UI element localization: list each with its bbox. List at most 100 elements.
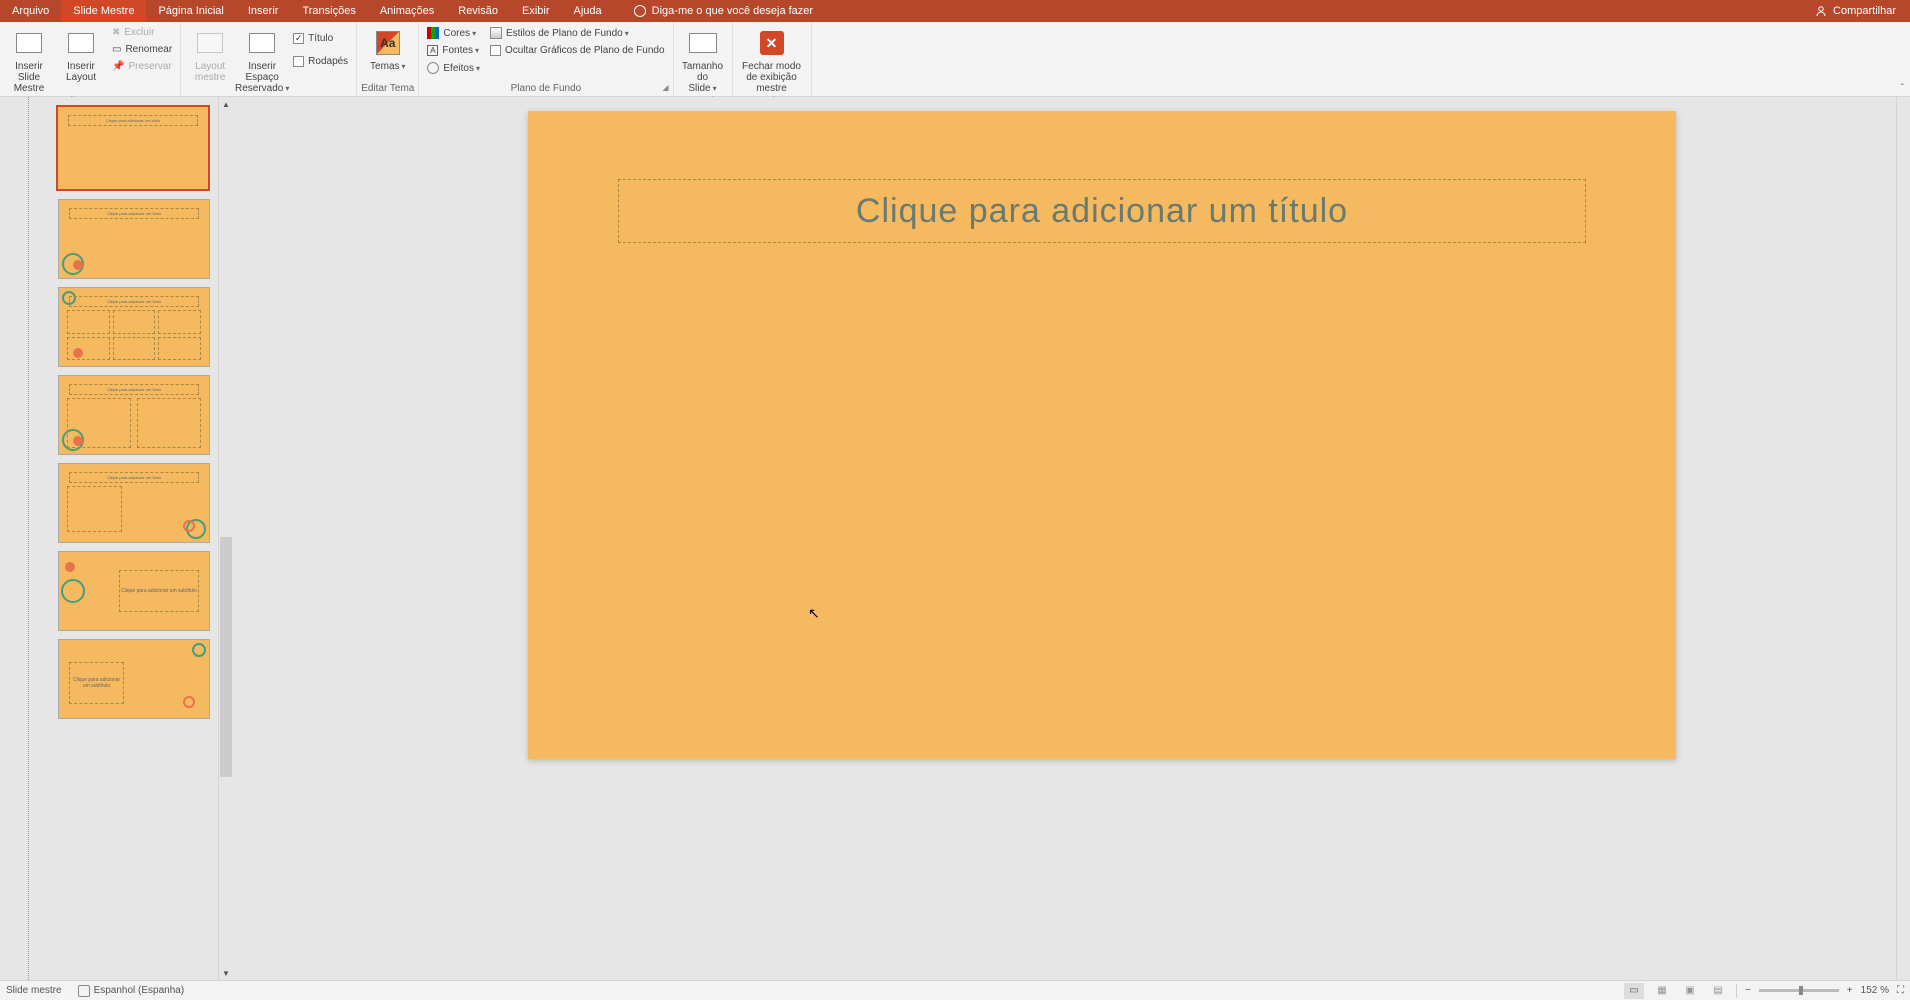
temas-button[interactable]: Aa Temas (363, 25, 413, 74)
ocultar-graficos-checkbox[interactable]: Ocultar Gráficos de Plano de Fundo (486, 43, 669, 58)
layout-thumbnail-4[interactable]: Clique para adicionar um título (58, 463, 210, 543)
canvas-vertical-scrollbar[interactable] (1896, 97, 1910, 980)
rodapes-label: Rodapés (308, 56, 348, 67)
inserir-slide-mestre-button[interactable]: Inserir Slide Mestre (4, 25, 54, 96)
cores-label: Cores (443, 28, 476, 39)
share-button[interactable]: Compartilhar (1801, 5, 1910, 17)
estilos-plano-fundo-button[interactable]: Estilos de Plano de Fundo (486, 25, 669, 41)
excluir-label: Excluir (124, 27, 154, 38)
zoom-out-button[interactable]: − (1745, 985, 1751, 996)
plano-fundo-dialog-launcher[interactable]: ◢ (662, 83, 668, 92)
normal-view-button[interactable]: ▭ (1624, 983, 1644, 999)
slide-canvas-area[interactable]: Clique para adicionar um título ↖ (232, 97, 1910, 980)
layout-mestre-label: Layout mestre (189, 61, 231, 83)
slide-master-canvas[interactable]: Clique para adicionar um título (528, 111, 1676, 759)
collapse-ribbon-button[interactable]: ˆ (1901, 83, 1904, 94)
slideshow-icon: ▤ (1713, 985, 1722, 996)
fontes-label: Fontes (442, 45, 479, 56)
title-placeholder-box[interactable]: Clique para adicionar um título (618, 179, 1586, 243)
inserir-espaco-label: Inserir Espaço Reservado (235, 61, 289, 94)
group-label-editar-tema: Editar Tema (361, 83, 414, 96)
group-editar-mestre: Inserir Slide Mestre Inserir Layout ✖ Ex… (0, 22, 181, 96)
tab-ajuda[interactable]: Ajuda (562, 0, 614, 22)
thumbnail-panel: Clique para adicionar um título Clique p… (0, 97, 232, 980)
group-plano-fundo: Cores A Fontes Efeitos Estilos de Plano … (419, 22, 673, 96)
fit-to-window-button[interactable]: ⛶ (1897, 985, 1904, 996)
estilos-label: Estilos de Plano de Fundo (506, 28, 629, 39)
tamanho-slide-label: Tamanho do Slide (682, 61, 724, 94)
cores-button[interactable]: Cores (423, 25, 484, 41)
fechar-modo-mestre-button[interactable]: ✕ Fechar modo de exibição mestre (737, 25, 807, 96)
tab-inserir[interactable]: Inserir (236, 0, 291, 22)
renomear-label: Renomear (125, 44, 172, 55)
efeitos-button[interactable]: Efeitos (423, 60, 484, 76)
checkbox-checked-icon (293, 33, 304, 44)
sorter-view-icon: ▦ (1657, 985, 1666, 996)
fechar-modo-label: Fechar modo de exibição mestre (741, 61, 803, 94)
tab-arquivo[interactable]: Arquivo (0, 0, 61, 22)
zoom-slider[interactable] (1759, 989, 1839, 992)
title-placeholder-text: Clique para adicionar um título (856, 192, 1348, 231)
tab-transicoes[interactable]: Transições (290, 0, 367, 22)
inserir-layout-button[interactable]: Inserir Layout (56, 25, 106, 85)
checkbox-unchecked-icon (490, 45, 501, 56)
scrollbar-thumb[interactable] (220, 537, 232, 777)
tab-revisao[interactable]: Revisão (446, 0, 510, 22)
lightbulb-icon (634, 5, 646, 17)
titulo-checkbox[interactable]: Título (289, 31, 352, 46)
layout-thumbnail-1[interactable]: Clique para adicionar um título (58, 199, 210, 279)
zoom-in-button[interactable]: + (1847, 985, 1853, 996)
efeitos-label: Efeitos (443, 63, 480, 74)
rename-icon: ▭ (112, 44, 121, 55)
thumb-subtitle-placeholder: Clique para adicionar um subtítulo (119, 570, 199, 612)
inserir-espaco-button[interactable]: Inserir Espaço Reservado (237, 25, 287, 96)
status-mode-label: Slide mestre (6, 985, 62, 996)
delete-icon: ✖ (112, 27, 120, 38)
tab-animacoes[interactable]: Animações (368, 0, 446, 22)
tab-slide-mestre[interactable]: Slide Mestre (61, 0, 146, 22)
layout-thumbnail-5[interactable]: Clique para adicionar um subtítulo (58, 551, 210, 631)
tabs-bar: Arquivo Slide Mestre Página Inicial Inse… (0, 0, 1910, 22)
tab-pagina-inicial[interactable]: Página Inicial (146, 0, 235, 22)
tamanho-slide-button[interactable]: Tamanho do Slide (678, 25, 728, 96)
checkbox-unchecked-icon (293, 56, 304, 67)
layout-mestre-button: Layout mestre (185, 25, 235, 85)
preservar-label: Preservar (128, 61, 171, 72)
preserve-icon: 📌 (112, 61, 124, 72)
background-styles-icon (490, 27, 502, 39)
zoom-level-label[interactable]: 152 % (1861, 985, 1889, 996)
close-master-icon: ✕ (760, 31, 784, 55)
thumb-title-placeholder: Clique para adicionar um título (69, 208, 199, 219)
tab-exibir[interactable]: Exibir (510, 0, 562, 22)
status-language-label[interactable]: Espanhol (Espanha) (94, 985, 185, 996)
renomear-button[interactable]: ▭ Renomear (108, 42, 176, 57)
reading-view-icon: ▣ (1685, 985, 1694, 996)
slide-master-icon (16, 33, 42, 53)
inserir-layout-label: Inserir Layout (60, 61, 102, 83)
group-label-plano-fundo: Plano de Fundo (511, 83, 582, 96)
excluir-button: ✖ Excluir (108, 25, 176, 40)
reading-view-button[interactable]: ▣ (1680, 983, 1700, 999)
layout-thumbnail-3[interactable]: Clique para adicionar um título (58, 375, 210, 455)
preservar-button: 📌 Preservar (108, 59, 176, 74)
slideshow-view-button[interactable]: ▤ (1708, 983, 1728, 999)
themes-icon: Aa (376, 31, 400, 55)
fontes-button[interactable]: A Fontes (423, 43, 484, 58)
slide-master-thumbnail[interactable]: Clique para adicionar um título (56, 105, 210, 191)
scroll-up-button[interactable]: ▲ (219, 97, 233, 111)
tell-me-search[interactable]: Diga-me o que você deseja fazer (634, 5, 813, 17)
normal-view-icon: ▭ (1629, 985, 1638, 996)
ribbon: Inserir Slide Mestre Inserir Layout ✖ Ex… (0, 22, 1910, 97)
layout-thumbnail-2[interactable]: Clique para adicionar um título (58, 287, 210, 367)
thumbnail-scrollbar[interactable]: ▲ ▼ (218, 97, 232, 980)
group-tamanho: Tamanho do Slide Tamanho (674, 22, 733, 96)
scroll-down-button[interactable]: ▼ (219, 966, 233, 980)
share-label: Compartilhar (1833, 5, 1896, 17)
sorter-view-button[interactable]: ▦ (1652, 983, 1672, 999)
group-fechar: ✕ Fechar modo de exibição mestre Fechar (733, 22, 812, 96)
person-icon (1815, 5, 1827, 17)
effects-icon (427, 62, 439, 74)
layout-icon (68, 33, 94, 53)
rodapes-checkbox[interactable]: Rodapés (289, 54, 352, 69)
layout-thumbnail-6[interactable]: Clique para adicionar um subtítulo (58, 639, 210, 719)
